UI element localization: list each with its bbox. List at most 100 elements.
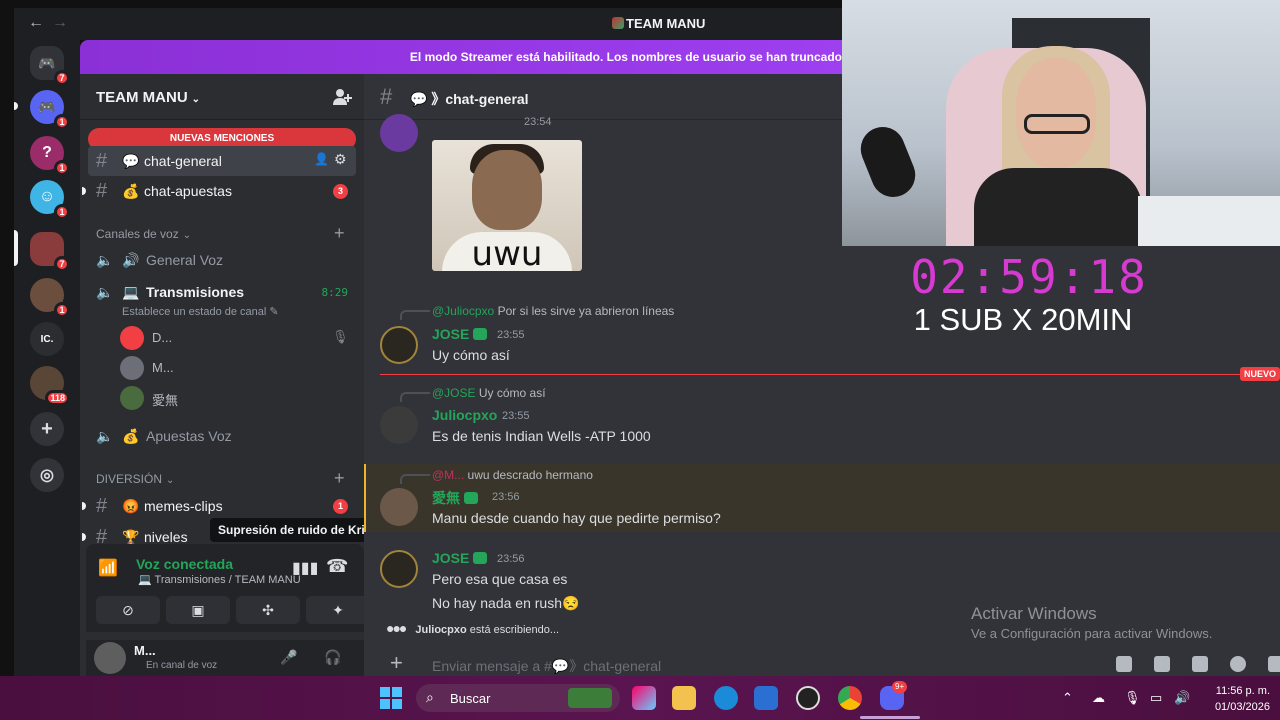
signal-icon[interactable]: 📶 (98, 558, 118, 578)
disconnect-icon[interactable]: ☎ (326, 556, 348, 577)
category-diversion[interactable]: DIVERSIÓN ⌄ (96, 472, 174, 486)
voice-user-name: 愛無 (152, 393, 179, 408)
server-face[interactable]: ☺ 1 (30, 180, 70, 220)
server-question[interactable]: ? 1 (30, 136, 70, 176)
chrome-icon[interactable] (838, 686, 862, 710)
voice-channel-transmisiones[interactable]: 🔈 💻 Transmisiones 8:29 (88, 277, 356, 307)
server-green[interactable]: 1 (30, 278, 70, 318)
message-author[interactable]: 愛無 (432, 488, 478, 508)
soundboard-button[interactable]: ✦ (306, 596, 370, 624)
server-ic[interactable]: IC. (30, 322, 64, 356)
create-channel-icon[interactable]: + (334, 468, 345, 489)
composer-placeholder[interactable]: Enviar mensaje a #💬》chat-general (432, 656, 661, 676)
voice-user-1[interactable]: D... 🎙 (120, 326, 350, 350)
message-time: 23:55 (497, 329, 525, 341)
microphone-tray-icon[interactable]: 🎙 (1124, 690, 1141, 706)
forward-arrow-icon[interactable]: → (52, 14, 68, 32)
tray-expand-icon[interactable]: ⌃ (1062, 690, 1073, 706)
taskbar-clock[interactable]: 11:56 p. m. 01/03/2026 (1200, 683, 1270, 715)
meme-image[interactable]: uwu (432, 140, 582, 271)
server-icon (612, 17, 624, 29)
channel-label: Apuestas Voz (146, 428, 232, 444)
taskbar-search[interactable]: ⌕ Buscar (416, 684, 620, 712)
avatar[interactable] (380, 114, 418, 152)
voice-user-2[interactable]: M... (120, 356, 320, 380)
add-member-icon[interactable]: 👤 (314, 152, 329, 166)
category-voice[interactable]: Canales de voz ⌄ (96, 227, 191, 241)
avatar[interactable] (94, 642, 126, 674)
voice-user-3[interactable]: 愛無 (120, 386, 320, 410)
avatar[interactable] (380, 550, 418, 588)
server-discord[interactable]: 🎮 1 (30, 90, 70, 130)
webcam-glasses (1024, 114, 1090, 134)
hash-icon: # (96, 495, 108, 517)
obs-icon[interactable] (796, 686, 820, 710)
copilot-icon[interactable] (632, 686, 656, 710)
unread-indicator (82, 187, 86, 195)
reply-connector (400, 310, 430, 320)
back-arrow-icon[interactable]: ← (28, 14, 44, 32)
gif-icon[interactable] (1154, 656, 1170, 672)
server-rail: 🎮 7 🎮 1 ? 1 ☺ 1 7 1 IC. 118 + ◎ (14, 40, 80, 676)
smiley-icon: ☺ (38, 188, 56, 205)
typing-indicator: ●●● Juliocpxo está escribiendo... (386, 620, 560, 636)
gear-icon[interactable]: ⚙ (334, 151, 347, 168)
weather-icon[interactable]: ☁ (1092, 690, 1105, 706)
server-discord-home[interactable]: 🎮 7 (30, 46, 70, 86)
edge-icon[interactable] (714, 686, 738, 710)
guild-header[interactable]: TEAM MANU ⌄ (80, 74, 364, 120)
network-icon[interactable]: ▭ (1150, 690, 1162, 706)
badge: 1 (54, 160, 70, 176)
message-author[interactable]: JOSE (432, 550, 488, 566)
apps-icon[interactable] (1268, 656, 1280, 672)
attach-plus-icon[interactable]: + (390, 650, 403, 676)
badge: 1 (54, 302, 70, 318)
user-panel: M... En canal de voz 🎤 🎧 ⚙ (86, 640, 394, 676)
channel-chat-apuestas[interactable]: # 💰 chat-apuestas 3 (88, 176, 356, 206)
add-server-icon[interactable]: + (30, 412, 64, 446)
windows-taskbar: ⌕ Buscar 9+ ⌃ ☁ 🎙 ▭ 🔊 11:56 p. m. 01/03/… (0, 676, 1280, 720)
hash-icon: # (380, 84, 393, 109)
server-team-manu[interactable]: 7 (30, 232, 70, 272)
sticker-icon[interactable] (1192, 656, 1208, 672)
server-photo[interactable]: 118 (30, 366, 70, 406)
voice-connected-subtitle[interactable]: 💻 Transmisiones / TEAM MANU (138, 573, 301, 586)
avatar[interactable] (380, 406, 418, 444)
guild-name: TEAM MANU ⌄ (96, 89, 201, 106)
emoji-icon[interactable] (1230, 656, 1246, 672)
windows-start-icon[interactable] (380, 687, 402, 709)
voice-channel-general[interactable]: 🔈 🔊 General Voz (88, 245, 356, 275)
clock-date: 01/03/2026 (1214, 701, 1270, 713)
avatar[interactable] (380, 326, 418, 364)
file-explorer-icon[interactable] (672, 686, 696, 710)
noise-suppression-icon[interactable]: ▮▮▮ (292, 558, 318, 578)
message-author[interactable]: Juliocpxo (432, 407, 497, 423)
gift-icon[interactable] (1116, 656, 1132, 672)
screen-share-button[interactable]: ▣ (166, 596, 230, 624)
headphones-icon[interactable]: 🎧 (324, 649, 341, 666)
channel-chat-general[interactable]: # 💬 chat-general 👤 ⚙ (88, 146, 356, 176)
webcam-microphone (854, 120, 922, 204)
badge: 7 (54, 70, 70, 86)
user-status: En canal de voz (146, 660, 218, 671)
reply-preview[interactable]: @Juliocpxo Por si les sirve ya abrieron … (432, 304, 674, 318)
store-icon[interactable] (754, 686, 778, 710)
camera-off-button[interactable]: ⊘ (96, 596, 160, 624)
typing-dots-icon: ●●● (386, 620, 407, 636)
muted-mic-icon: 🎙 (332, 329, 349, 344)
reply-preview[interactable]: @JOSE Uy cómo así (432, 386, 546, 400)
channel-status[interactable]: Establece un estado de canal ✎ (122, 305, 279, 318)
voice-channel-apuestas[interactable]: 🔈 💰 Apuestas Voz (88, 421, 356, 451)
activities-button[interactable]: ✣ (236, 596, 300, 624)
reply-preview[interactable]: @M... uwu descrado hermano (432, 468, 593, 482)
invite-people-icon[interactable] (332, 88, 352, 106)
volume-icon[interactable]: 🔊 (1174, 690, 1190, 706)
microphone-icon[interactable]: 🎤 (280, 649, 297, 666)
create-channel-icon[interactable]: + (334, 223, 345, 244)
message-author[interactable]: JOSE (432, 326, 488, 342)
explore-icon[interactable]: ◎ (30, 458, 64, 492)
avatar (120, 326, 144, 350)
avatar[interactable] (380, 488, 418, 526)
channel-memes-clips[interactable]: # 😡 memes-clips 1 (88, 491, 356, 521)
message-composer[interactable]: + Enviar mensaje a #💬》chat-general (372, 648, 1280, 676)
